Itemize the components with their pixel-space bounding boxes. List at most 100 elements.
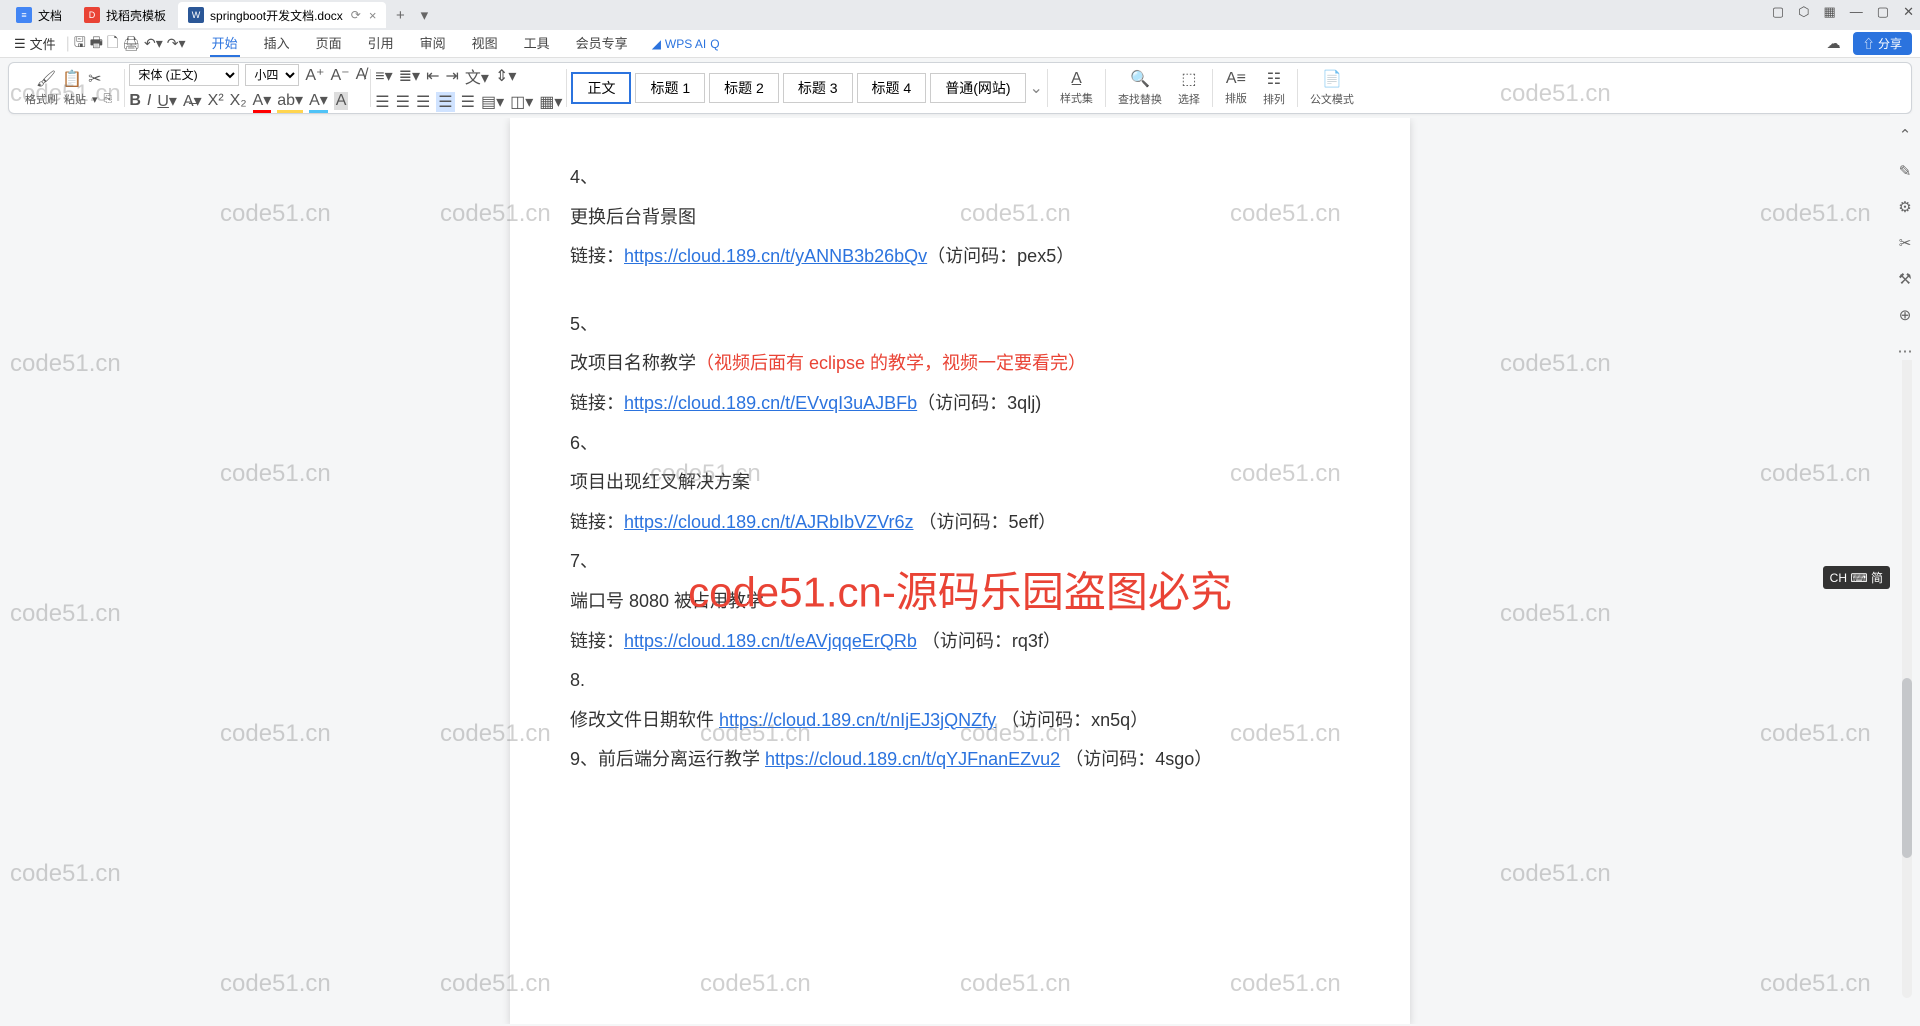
line-spacing-icon[interactable]: ⇕▾ bbox=[495, 66, 516, 86]
strike-icon[interactable]: A̶▾ bbox=[183, 91, 202, 111]
sp-collapse-icon[interactable]: ⌃ bbox=[1899, 126, 1912, 144]
style-h4[interactable]: 标题 4 bbox=[857, 73, 927, 103]
tab-active-doc[interactable]: Wspringboot开发文档.docx⟳× bbox=[178, 2, 386, 28]
win-btn-1[interactable]: ▢ bbox=[1772, 4, 1784, 20]
borders-icon[interactable]: ▦▾ bbox=[539, 92, 562, 112]
print2-icon[interactable]: 🖨 bbox=[122, 35, 140, 52]
cloud-icon[interactable]: ☁ bbox=[1827, 35, 1841, 52]
arrange-label[interactable]: 排列 bbox=[1263, 91, 1285, 107]
find-icon[interactable]: 🔍 bbox=[1130, 69, 1150, 89]
indent-dec-icon[interactable]: ⇤ bbox=[426, 66, 439, 86]
app-menu-button[interactable]: ☰ 文件 bbox=[8, 32, 62, 55]
docmode-label[interactable]: 公文模式 bbox=[1310, 91, 1354, 107]
bullets-icon[interactable]: ≡▾ bbox=[375, 66, 392, 86]
superscript-icon[interactable]: X² bbox=[208, 92, 224, 110]
fill-color-icon[interactable]: A▾ bbox=[309, 90, 328, 113]
sp-edit-icon[interactable]: ✎ bbox=[1899, 162, 1912, 180]
tab-tools[interactable]: 工具 bbox=[522, 30, 552, 57]
save-icon[interactable]: 🖫 bbox=[74, 32, 86, 56]
link-5[interactable]: https://cloud.189.cn/t/nIjEJ3jQNZfy bbox=[719, 710, 996, 730]
style-h2[interactable]: 标题 2 bbox=[709, 73, 779, 103]
sp-clip-icon[interactable]: ✂ bbox=[1899, 234, 1912, 252]
tab-docs[interactable]: ≡文档 bbox=[6, 2, 72, 28]
underline-icon[interactable]: U▾ bbox=[157, 91, 177, 111]
sp-tool1-icon[interactable]: ⚒ bbox=[1898, 270, 1911, 288]
redo-icon[interactable]: ↷▾ bbox=[167, 35, 186, 52]
style-web[interactable]: 普通(网站) bbox=[930, 73, 1025, 103]
highlight-icon[interactable]: ab▾ bbox=[277, 90, 303, 113]
tab-insert[interactable]: 插入 bbox=[262, 30, 292, 57]
font-color-icon[interactable]: A▾ bbox=[253, 90, 272, 113]
win-btn-3[interactable]: ▦ bbox=[1824, 4, 1836, 20]
numbering-icon[interactable]: ≣▾ bbox=[399, 66, 420, 86]
brush-icon[interactable]: 🖌 bbox=[36, 69, 56, 89]
tab-start[interactable]: 开始 bbox=[210, 30, 240, 57]
align-justify-icon[interactable]: ☰ bbox=[436, 92, 454, 112]
align-left-icon[interactable]: ☰ bbox=[375, 92, 389, 112]
link-3[interactable]: https://cloud.189.cn/t/AJRbIbVZVr6z bbox=[624, 512, 913, 532]
clipboard-icon[interactable]: 📋 bbox=[62, 69, 82, 89]
font-name-select[interactable]: 宋体 (正文) bbox=[129, 64, 239, 86]
char-shading-icon[interactable]: A bbox=[334, 92, 349, 110]
tab-reference[interactable]: 引用 bbox=[366, 30, 396, 57]
paste-label[interactable]: 粘贴 bbox=[64, 91, 86, 107]
arrange-icon[interactable]: ☷ bbox=[1267, 69, 1281, 89]
undo-icon[interactable]: ↶▾ bbox=[144, 35, 163, 52]
preview-icon[interactable]: 🗋 bbox=[107, 32, 118, 56]
columns-icon[interactable]: ▤▾ bbox=[481, 92, 504, 112]
link-2[interactable]: https://cloud.189.cn/t/EVvqI3uAJBFb bbox=[624, 393, 917, 413]
close-icon[interactable]: × bbox=[369, 8, 377, 23]
link-6[interactable]: https://cloud.189.cn/t/qYJFnanEZvu2 bbox=[765, 749, 1060, 769]
tab-templates[interactable]: D找稻壳模板 bbox=[74, 2, 176, 28]
select-label[interactable]: 选择 bbox=[1178, 91, 1200, 107]
shrink-font-icon[interactable]: A⁻ bbox=[330, 65, 349, 85]
sp-tool2-icon[interactable]: ⊕ bbox=[1899, 306, 1912, 324]
text-dir-icon[interactable]: 文▾ bbox=[465, 64, 489, 88]
select-icon[interactable]: ⬚ bbox=[1181, 69, 1196, 89]
link-1[interactable]: https://cloud.189.cn/t/yANNB3b26bQv bbox=[624, 246, 927, 266]
tab-refresh-icon[interactable]: ⟳ bbox=[351, 8, 361, 22]
distribute-icon[interactable]: ☰ bbox=[461, 92, 475, 112]
font-size-select[interactable]: 小四 bbox=[245, 64, 299, 86]
tab-menu-button[interactable]: ▾ bbox=[412, 6, 436, 24]
print-icon[interactable]: 🖶 bbox=[90, 32, 103, 56]
tab-add-button[interactable]: + bbox=[388, 7, 412, 24]
scroll-thumb[interactable] bbox=[1902, 678, 1912, 858]
wps-ai-button[interactable]: ◢ WPS AI Q bbox=[652, 37, 720, 51]
copy-icon[interactable]: ⎘ bbox=[104, 93, 113, 106]
sp-settings-icon[interactable]: ⚙ bbox=[1898, 198, 1911, 216]
style-h1[interactable]: 标题 1 bbox=[635, 73, 705, 103]
grow-font-icon[interactable]: A⁺ bbox=[305, 65, 324, 85]
docmode-icon[interactable]: 📄 bbox=[1322, 69, 1342, 89]
tab-view[interactable]: 视图 bbox=[470, 30, 500, 57]
shading-icon[interactable]: ◫▾ bbox=[510, 92, 533, 112]
close-window-icon[interactable]: ✕ bbox=[1903, 4, 1914, 20]
indent-inc-icon[interactable]: ⇥ bbox=[445, 66, 458, 86]
tab-page[interactable]: 页面 bbox=[314, 30, 344, 57]
bold-icon[interactable]: B bbox=[129, 92, 141, 110]
typeset-icon[interactable]: A≡ bbox=[1226, 70, 1246, 88]
italic-icon[interactable]: I bbox=[147, 92, 151, 110]
style-body[interactable]: 正文 bbox=[571, 72, 631, 104]
minimize-icon[interactable]: — bbox=[1850, 4, 1863, 20]
format-brush-label[interactable]: 格式刷 bbox=[25, 91, 58, 107]
tab-review[interactable]: 审阅 bbox=[418, 30, 448, 57]
link-4[interactable]: https://cloud.189.cn/t/eAVjqqeErQRb bbox=[624, 631, 917, 651]
document-page[interactable]: 4、 更换后台背景图 链接：https://cloud.189.cn/t/yAN… bbox=[510, 118, 1410, 1024]
cut-icon[interactable]: ✂ bbox=[88, 69, 101, 89]
styleset-icon[interactable]: A̲ bbox=[1071, 70, 1082, 88]
win-btn-2[interactable]: ⬡ bbox=[1798, 4, 1809, 20]
clear-format-icon[interactable]: A̸ bbox=[356, 66, 367, 84]
ime-indicator[interactable]: CH ⌨ 简 bbox=[1823, 566, 1890, 589]
maximize-icon[interactable]: ▢ bbox=[1877, 4, 1889, 20]
style-h3[interactable]: 标题 3 bbox=[783, 73, 853, 103]
align-center-icon[interactable]: ☰ bbox=[396, 92, 410, 112]
tab-vip[interactable]: 会员专享 bbox=[574, 30, 630, 57]
subscript-icon[interactable]: X₂ bbox=[230, 92, 247, 110]
align-right-icon[interactable]: ☰ bbox=[416, 92, 430, 112]
share-button[interactable]: ⇧ 分享 bbox=[1853, 32, 1912, 55]
find-replace-label[interactable]: 查找替换 bbox=[1118, 91, 1162, 107]
styles-more-icon[interactable]: ⌄ bbox=[1030, 78, 1043, 98]
styleset-label[interactable]: 样式集 bbox=[1060, 90, 1093, 106]
typeset-label[interactable]: 排版 bbox=[1225, 90, 1247, 106]
